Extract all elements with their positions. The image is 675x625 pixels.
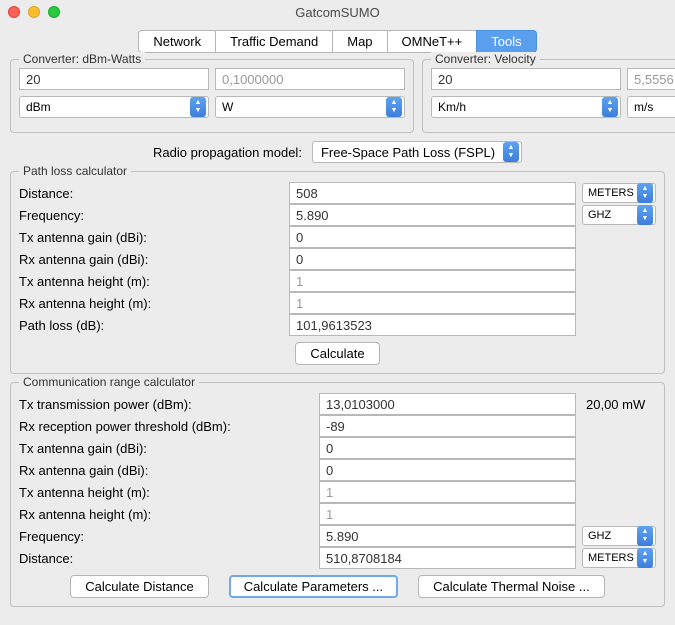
label-rx-height: Rx antenna height (m): xyxy=(19,296,289,311)
tx-gain-input[interactable] xyxy=(289,226,576,248)
calculate-distance-button[interactable]: Calculate Distance xyxy=(70,575,208,598)
label-frequency: Frequency: xyxy=(19,208,289,223)
dbm-unit-1[interactable]: dBm▲▼ xyxy=(19,96,209,118)
label-tx-gain: Tx antenna gain (dBi): xyxy=(19,230,289,245)
tab-traffic-demand[interactable]: Traffic Demand xyxy=(215,30,332,53)
calculate-parameters-button[interactable]: Calculate Parameters ... xyxy=(229,575,398,598)
legend: Converter: Velocity xyxy=(431,52,540,66)
chevron-updown-icon: ▲▼ xyxy=(637,526,653,546)
label-tx-power: Tx transmission power (dBm): xyxy=(19,397,319,412)
chevron-updown-icon: ▲▼ xyxy=(503,142,519,162)
model-label: Radio propagation model: xyxy=(153,145,302,160)
legend: Path loss calculator xyxy=(19,164,131,178)
model-row: Radio propagation model: Free-Space Path… xyxy=(10,141,665,163)
content: Network Traffic Demand Map OMNeT++ Tools… xyxy=(0,24,675,625)
label-distance: Distance: xyxy=(19,551,319,566)
distance-unit-2[interactable]: METERS▲▼ xyxy=(582,548,656,568)
rx-gain-input-2[interactable] xyxy=(319,459,576,481)
frequency-input-2[interactable] xyxy=(319,525,576,547)
model-select[interactable]: Free-Space Path Loss (FSPL)▲▼ xyxy=(312,141,522,163)
chevron-updown-icon: ▲▼ xyxy=(637,183,653,203)
frequency-unit[interactable]: GHZ▲▼ xyxy=(582,205,656,225)
chevron-updown-icon: ▲▼ xyxy=(602,97,618,117)
rx-height-input-2 xyxy=(319,503,576,525)
label-tx-height: Tx antenna height (m): xyxy=(19,485,319,500)
calculate-thermal-noise-button[interactable]: Calculate Thermal Noise ... xyxy=(418,575,605,598)
converter-velocity: Converter: Velocity Km/h▲▼ m/s▲▼ xyxy=(422,59,675,133)
tx-gain-input-2[interactable] xyxy=(319,437,576,459)
chevron-updown-icon: ▲▼ xyxy=(637,548,653,568)
tx-power-input[interactable] xyxy=(319,393,576,415)
dbm-unit-2[interactable]: W▲▼ xyxy=(215,96,405,118)
vel-unit-2[interactable]: m/s▲▼ xyxy=(627,96,675,118)
rx-gain-input[interactable] xyxy=(289,248,576,270)
tab-map[interactable]: Map xyxy=(332,30,386,53)
label-rx-threshold: Rx reception power threshold (dBm): xyxy=(19,419,319,434)
titlebar: GatcomSUMO xyxy=(0,0,675,24)
vel-value-1[interactable] xyxy=(431,68,621,90)
frequency-input[interactable] xyxy=(289,204,576,226)
distance-input-2[interactable] xyxy=(319,547,576,569)
rx-threshold-input[interactable] xyxy=(319,415,576,437)
chevron-updown-icon: ▲▼ xyxy=(190,97,206,117)
chevron-updown-icon: ▲▼ xyxy=(637,205,653,225)
tab-tools[interactable]: Tools xyxy=(476,30,536,53)
label-frequency: Frequency: xyxy=(19,529,319,544)
vel-unit-1[interactable]: Km/h▲▼ xyxy=(431,96,621,118)
dbm-value-1[interactable] xyxy=(19,68,209,90)
label-distance: Distance: xyxy=(19,186,289,201)
window-title: GatcomSUMO xyxy=(0,5,675,20)
vel-value-2 xyxy=(627,68,675,90)
label-tx-height: Tx antenna height (m): xyxy=(19,274,289,289)
converter-dbm-watts: Converter: dBm-Watts dBm▲▼ W▲▼ xyxy=(10,59,414,133)
distance-input[interactable] xyxy=(289,182,576,204)
converters-row: Converter: dBm-Watts dBm▲▼ W▲▼ Converter… xyxy=(10,59,665,133)
frequency-unit-2[interactable]: GHZ▲▼ xyxy=(582,526,656,546)
label-rx-gain: Rx antenna gain (dBi): xyxy=(19,463,319,478)
legend: Converter: dBm-Watts xyxy=(19,52,145,66)
calculate-button[interactable]: Calculate xyxy=(295,342,379,365)
rx-height-input xyxy=(289,292,576,314)
distance-unit[interactable]: METERS▲▼ xyxy=(582,183,656,203)
tabbar: Network Traffic Demand Map OMNeT++ Tools xyxy=(10,30,665,53)
commrange-calculator: Communication range calculator Tx transm… xyxy=(10,382,665,607)
label-rx-height: Rx antenna height (m): xyxy=(19,507,319,522)
tab-omnet[interactable]: OMNeT++ xyxy=(387,30,477,53)
tx-power-mw: 20,00 mW xyxy=(582,397,645,412)
pathloss-calculator: Path loss calculator Distance:METERS▲▼ F… xyxy=(10,171,665,374)
legend: Communication range calculator xyxy=(19,375,199,389)
label-pathloss: Path loss (dB): xyxy=(19,318,289,333)
chevron-updown-icon: ▲▼ xyxy=(386,97,402,117)
tx-height-input-2 xyxy=(319,481,576,503)
pathloss-input[interactable] xyxy=(289,314,576,336)
tab-network[interactable]: Network xyxy=(138,30,215,53)
dbm-value-2 xyxy=(215,68,405,90)
label-tx-gain: Tx antenna gain (dBi): xyxy=(19,441,319,456)
tx-height-input xyxy=(289,270,576,292)
label-rx-gain: Rx antenna gain (dBi): xyxy=(19,252,289,267)
